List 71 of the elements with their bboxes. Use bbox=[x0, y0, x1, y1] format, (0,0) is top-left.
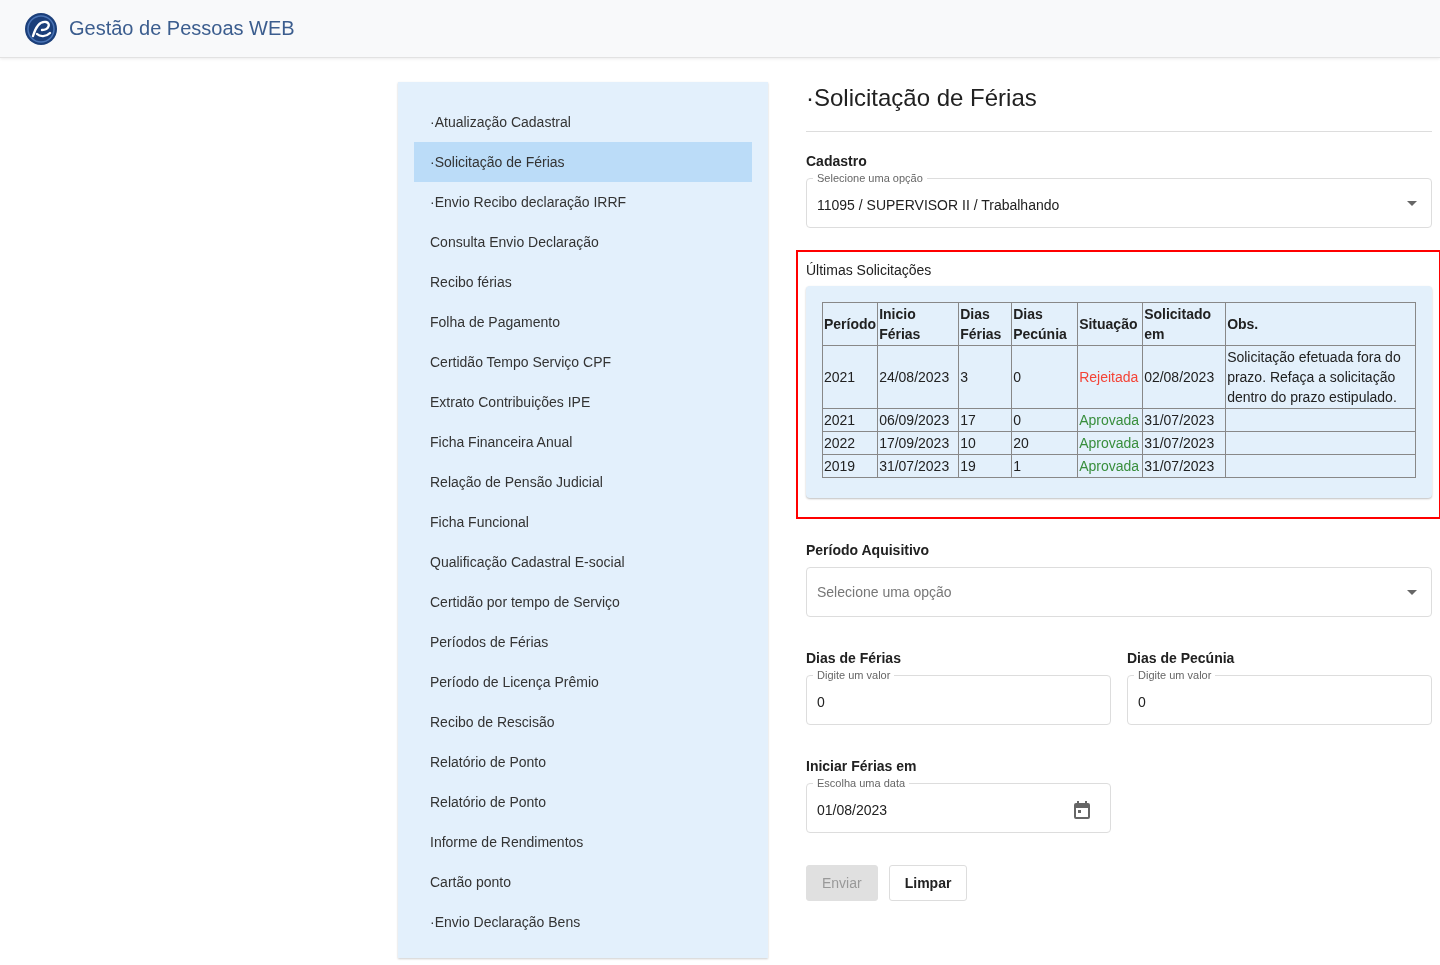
table-cell: 19 bbox=[958, 454, 1012, 478]
sidebar-item[interactable]: Relatório de Ponto bbox=[414, 742, 752, 782]
sidebar-item[interactable]: Recibo de Rescisão bbox=[414, 702, 752, 742]
table-cell: 10 bbox=[958, 431, 1012, 455]
field-label: Cadastro bbox=[806, 152, 868, 170]
table-cell: 3 bbox=[958, 345, 1012, 409]
table-cell: 0 bbox=[1011, 408, 1078, 432]
floating-label: Selecione uma opção bbox=[813, 172, 927, 185]
table-cell: 2019 bbox=[822, 454, 878, 478]
sidebar-item[interactable]: ·Envio Declaração Bens bbox=[414, 902, 752, 942]
sidebar-item[interactable]: Ficha Financeira Anual bbox=[414, 422, 752, 462]
sidebar-item[interactable]: Período de Licença Prêmio bbox=[414, 662, 752, 702]
table-cell: 24/08/2023 bbox=[877, 345, 959, 409]
table-cell: 06/09/2023 bbox=[877, 408, 959, 432]
sidebar-item[interactable]: Recibo férias bbox=[414, 262, 752, 302]
field-label: Iniciar Férias em bbox=[806, 757, 918, 775]
sidebar-item[interactable]: Consulta Envio Declaração bbox=[414, 222, 752, 262]
table-cell: 31/07/2023 bbox=[1142, 454, 1226, 478]
table-cell: 02/08/2023 bbox=[1142, 345, 1226, 409]
field-label: Período Aquisitivo bbox=[806, 541, 931, 559]
table-cell: 31/07/2023 bbox=[1142, 408, 1226, 432]
table-cell: 17 bbox=[958, 408, 1012, 432]
column-header: Situação bbox=[1077, 302, 1143, 346]
table-cell: 31/07/2023 bbox=[1142, 431, 1226, 455]
table-cell: Aprovada bbox=[1077, 408, 1143, 432]
sidebar-item[interactable]: ·Solicitação de Férias bbox=[414, 142, 752, 182]
column-header: Solicitado em bbox=[1142, 302, 1226, 346]
table-cell: 2021 bbox=[822, 345, 878, 409]
page-title: ·Solicitação de Férias bbox=[806, 83, 1038, 113]
sidebar-item[interactable]: ·Atualização Cadastral bbox=[414, 102, 752, 142]
section-title: Últimas Solicitações bbox=[806, 262, 933, 278]
column-header: Dias Férias bbox=[958, 302, 1012, 346]
column-header: Obs. bbox=[1225, 302, 1416, 346]
table-cell: 1 bbox=[1011, 454, 1078, 478]
sidebar-item[interactable]: Certidão Tempo Serviço CPF bbox=[414, 342, 752, 382]
calendar-icon[interactable] bbox=[1074, 801, 1090, 819]
table-cell: 0 bbox=[1011, 345, 1078, 409]
caret-icon bbox=[1407, 590, 1417, 595]
table-cell: 17/09/2023 bbox=[877, 431, 959, 455]
caret-icon bbox=[1407, 201, 1417, 206]
sidebar-item[interactable]: Relação de Pensão Judicial bbox=[414, 462, 752, 502]
sidebar-item[interactable]: Certidão por tempo de Serviço bbox=[414, 582, 752, 622]
table-cell: Aprovada bbox=[1077, 454, 1143, 478]
table-cell: Aprovada bbox=[1077, 431, 1143, 455]
field-label: Dias de Pecúnia bbox=[1127, 649, 1236, 667]
field-label: Dias de Férias bbox=[806, 649, 902, 667]
table-cell: 2021 bbox=[822, 408, 878, 432]
sidebar-item[interactable]: Folha de Pagamento bbox=[414, 302, 752, 342]
floating-label: Digite um valor bbox=[813, 669, 895, 682]
sidebar-item[interactable]: Ficha Funcional bbox=[414, 502, 752, 542]
floating-label: Digite um valor bbox=[1134, 669, 1216, 682]
table-cell: Solicitação efetuada fora do prazo. Refaça a solicitação dentro do prazo estipulado. bbox=[1225, 345, 1416, 409]
floating-label: Escolha uma data bbox=[813, 777, 910, 790]
logo-icon bbox=[24, 11, 58, 46]
periodo-select[interactable]: Selecione uma opção bbox=[806, 567, 1432, 617]
table-cell: 31/07/2023 bbox=[877, 454, 959, 478]
form-button[interactable]: Limpar bbox=[888, 865, 968, 901]
sidebar-item[interactable]: ·Envio Recibo declaração IRRF bbox=[414, 182, 752, 222]
sidebar-item[interactable]: Cartão ponto bbox=[414, 862, 752, 902]
sidebar-item[interactable]: Qualificação Cadastral E-social bbox=[414, 542, 752, 582]
table-cell: 2022 bbox=[822, 431, 878, 455]
table-cell: 20 bbox=[1011, 431, 1078, 455]
column-header: Dias Pecúnia bbox=[1011, 302, 1078, 346]
sidebar-item[interactable]: Informe de Rendimentos bbox=[414, 822, 752, 862]
sidebar-item[interactable]: Extrato Contribuições IPE bbox=[414, 382, 752, 422]
column-header: Inicio Férias bbox=[877, 302, 959, 346]
table-cell: Rejeitada bbox=[1077, 345, 1143, 409]
sidebar-item[interactable]: Relatório de Ponto bbox=[414, 782, 752, 822]
column-header: Período bbox=[822, 302, 878, 346]
app-title: Gestão de Pessoas WEB bbox=[69, 17, 295, 40]
sidebar-item[interactable]: Períodos de Férias bbox=[414, 622, 752, 662]
